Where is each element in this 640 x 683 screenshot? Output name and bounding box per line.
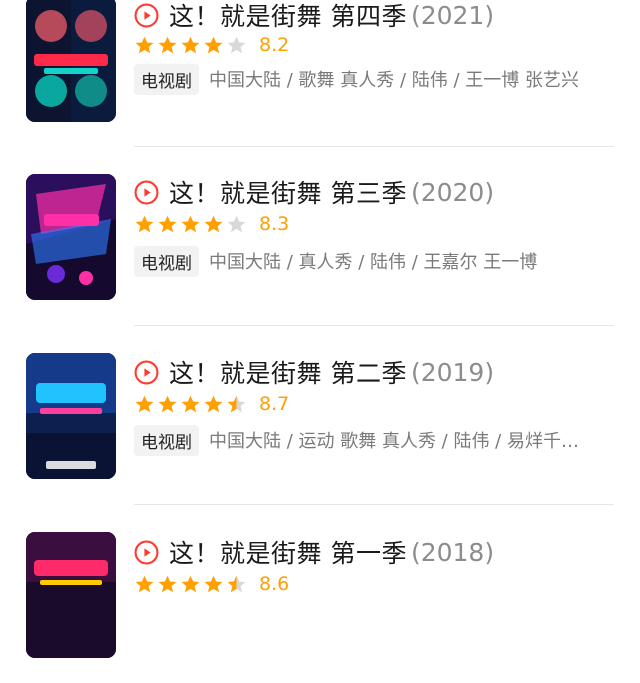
poster-art-2 xyxy=(26,174,116,300)
star-icon xyxy=(204,215,223,232)
show-meta: 中国大陆 / 歌舞 真人秀 / 陆伟 / 王一博 张艺兴 xyxy=(209,70,579,91)
star-half-icon xyxy=(227,575,246,592)
rating-row: 8.7 xyxy=(134,391,289,417)
rating-score: 8.6 xyxy=(259,573,290,595)
poster-image[interactable] xyxy=(26,0,116,122)
show-title[interactable]: 这！就是街舞 第三季 xyxy=(169,174,407,210)
list-item[interactable]: 这！就是街舞 第一季 (2018) 8.6 xyxy=(0,505,640,683)
star-icon xyxy=(181,215,200,232)
star-icon xyxy=(204,36,223,53)
poster-image[interactable] xyxy=(26,174,116,300)
rating-row: 8.6 xyxy=(134,571,289,597)
list-item[interactable]: 这！就是街舞 第二季 (2019) 8.7 电视剧 中国大陆 / 运动 歌舞 真… xyxy=(0,326,640,505)
type-badge: 电视剧 xyxy=(134,424,199,456)
poster-image[interactable] xyxy=(26,353,116,479)
play-circle-icon[interactable] xyxy=(134,360,159,385)
meta-row: 电视剧 中国大陆 / 运动 歌舞 真人秀 / 陆伟 / 易烊千… xyxy=(134,424,579,456)
show-title[interactable]: 这！就是街舞 第一季 xyxy=(169,534,407,570)
star-icon xyxy=(181,575,200,592)
star-icon xyxy=(135,395,154,412)
title-row[interactable]: 这！就是街舞 第四季 (2021) xyxy=(134,0,494,32)
rating-score: 8.7 xyxy=(259,393,290,415)
star-icon xyxy=(204,575,223,592)
play-circle-icon[interactable] xyxy=(134,540,159,565)
star-icon xyxy=(135,215,154,232)
type-badge: 电视剧 xyxy=(134,245,199,277)
star-icon xyxy=(181,395,200,412)
show-title[interactable]: 这！就是街舞 第四季 xyxy=(169,0,407,33)
poster-image[interactable] xyxy=(26,532,116,658)
star-icon xyxy=(204,395,223,412)
rating-score: 8.2 xyxy=(259,34,290,56)
star-icon xyxy=(158,395,177,412)
title-row[interactable]: 这！就是街舞 第三季 (2020) xyxy=(134,175,494,209)
rating-row: 8.3 xyxy=(134,211,289,237)
meta-row: 电视剧 中国大陆 / 歌舞 真人秀 / 陆伟 / 王一博 张艺兴 xyxy=(134,63,579,95)
show-year: (2021) xyxy=(410,0,495,30)
star-icon xyxy=(181,36,200,53)
star-empty-icon xyxy=(227,36,246,53)
show-title[interactable]: 这！就是街舞 第二季 xyxy=(169,354,407,390)
type-badge: 电视剧 xyxy=(134,63,199,95)
poster-art-1 xyxy=(26,0,116,122)
list-item[interactable]: 这！就是街舞 第三季 (2020) 8.3 电视剧 中国大陆 / 真人秀 / 陆… xyxy=(0,147,640,326)
show-list: 这！就是街舞 第四季 (2021) 8.2 电视剧 中国大陆 / 歌舞 真人秀 … xyxy=(0,0,640,658)
star-icon xyxy=(158,575,177,592)
poster-art-3 xyxy=(26,353,116,479)
star-icon xyxy=(135,36,154,53)
star-half-icon xyxy=(227,395,246,412)
rating-row: 8.2 xyxy=(134,32,289,58)
star-icon xyxy=(158,36,177,53)
star-empty-icon xyxy=(227,215,246,232)
play-circle-icon[interactable] xyxy=(134,180,159,205)
title-row[interactable]: 这！就是街舞 第二季 (2019) xyxy=(134,355,494,389)
star-icon xyxy=(135,575,154,592)
star-rating xyxy=(134,214,249,235)
show-year: (2018) xyxy=(410,537,495,567)
play-circle-icon[interactable] xyxy=(134,3,159,28)
title-row[interactable]: 这！就是街舞 第一季 (2018) xyxy=(134,535,494,569)
show-year: (2020) xyxy=(410,177,495,207)
show-year: (2019) xyxy=(410,357,495,387)
star-rating xyxy=(134,35,249,56)
star-rating xyxy=(134,394,249,415)
show-meta: 中国大陆 / 真人秀 / 陆伟 / 王嘉尔 王一博 xyxy=(209,252,538,273)
rating-score: 8.3 xyxy=(259,213,290,235)
poster-art-4 xyxy=(26,532,116,658)
star-icon xyxy=(158,215,177,232)
star-rating xyxy=(134,574,249,595)
show-meta: 中国大陆 / 运动 歌舞 真人秀 / 陆伟 / 易烊千… xyxy=(209,431,579,452)
list-item[interactable]: 这！就是街舞 第四季 (2021) 8.2 电视剧 中国大陆 / 歌舞 真人秀 … xyxy=(0,0,640,147)
meta-row: 电视剧 中国大陆 / 真人秀 / 陆伟 / 王嘉尔 王一博 xyxy=(134,245,538,277)
